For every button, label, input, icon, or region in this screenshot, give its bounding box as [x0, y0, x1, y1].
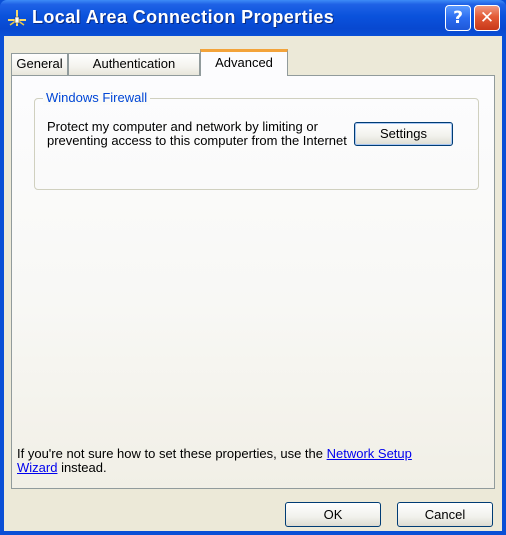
help-button[interactable]: ? [445, 5, 471, 31]
ok-button[interactable]: OK [285, 502, 381, 527]
windows-firewall-group: Windows Firewall Protect my computer and… [34, 90, 479, 190]
settings-button[interactable]: Settings [354, 122, 453, 146]
group-title: Windows Firewall [43, 90, 151, 105]
footer-text-after: instead. [57, 460, 107, 475]
cancel-button[interactable]: Cancel [397, 502, 493, 527]
firewall-description: Protect my computer and network by limit… [47, 119, 347, 148]
footer-text-before: If you're not sure how to set these prop… [17, 446, 327, 461]
window-title: Local Area Connection Properties [32, 7, 335, 27]
client-area: General Authentication Advanced Windows … [4, 36, 502, 531]
dialog-window: Local Area Connection Properties ? ✕ Gen… [0, 0, 506, 535]
title-bar[interactable]: Local Area Connection Properties ? ✕ [0, 0, 506, 36]
close-button[interactable]: ✕ [474, 5, 500, 31]
tab-general[interactable]: General [11, 53, 68, 75]
network-connection-icon [8, 10, 26, 26]
footer-note: If you're not sure how to set these prop… [17, 447, 417, 475]
tab-authentication[interactable]: Authentication [68, 53, 200, 75]
tab-advanced[interactable]: Advanced [200, 49, 288, 76]
